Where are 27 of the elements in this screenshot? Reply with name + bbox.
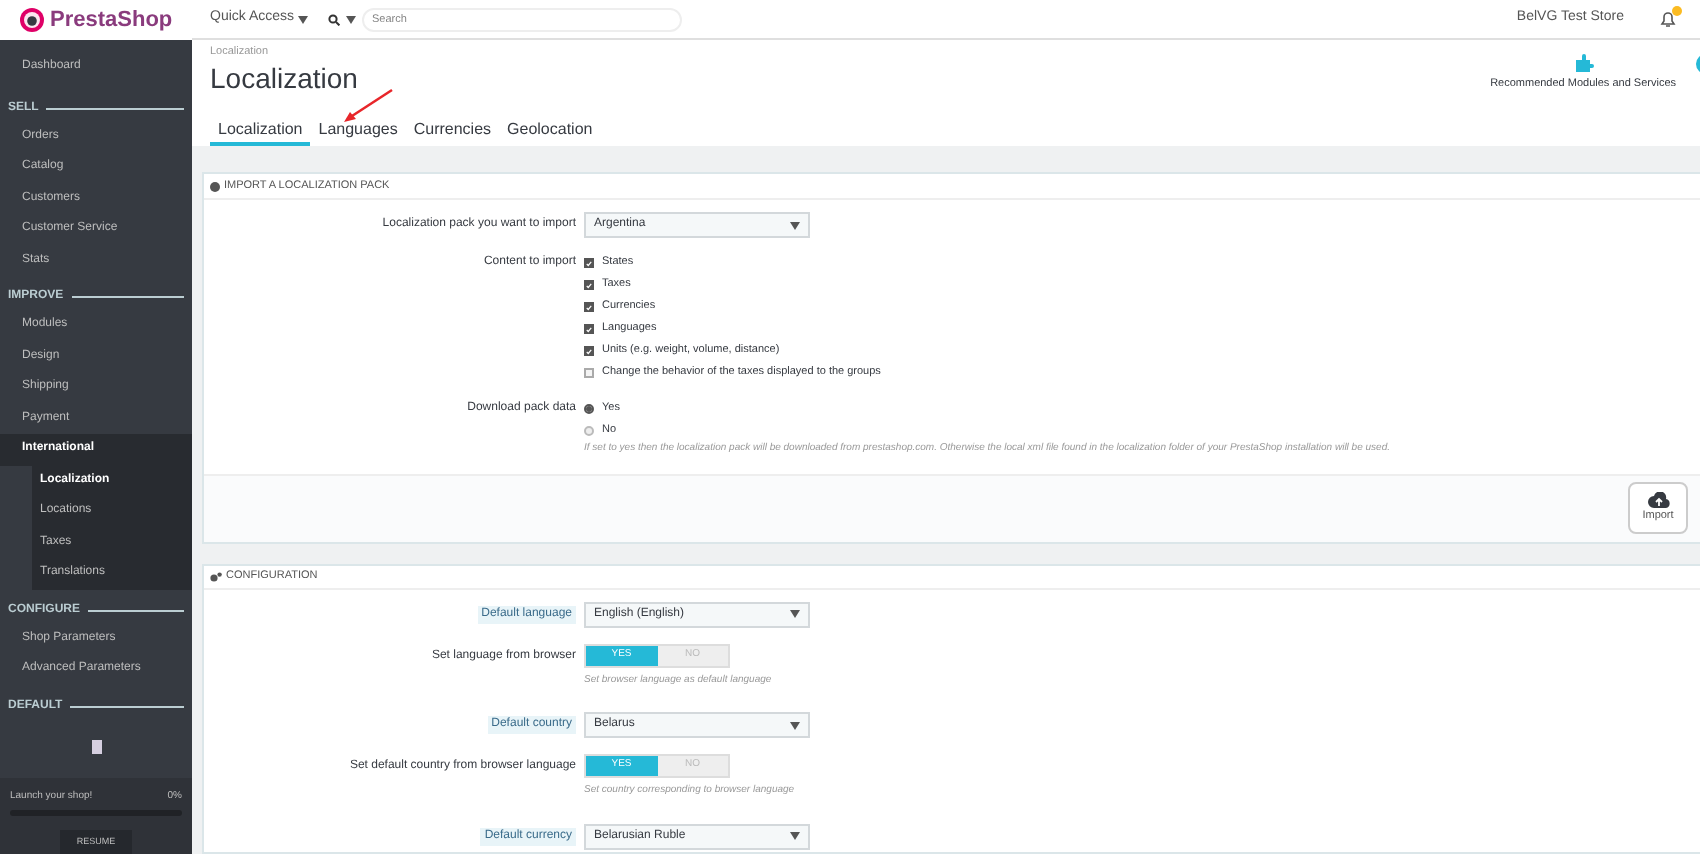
caret-icon bbox=[790, 610, 800, 618]
caret-icon bbox=[790, 832, 800, 840]
checkbox[interactable] bbox=[584, 258, 594, 268]
puzzle-icon bbox=[1573, 52, 1594, 72]
caret-icon bbox=[790, 221, 800, 229]
annotation-arrow bbox=[342, 88, 394, 124]
checkbox[interactable] bbox=[584, 368, 594, 378]
tab[interactable]: Localization bbox=[210, 116, 311, 146]
logo-text: PrestaShop bbox=[50, 5, 173, 36]
logo-icon bbox=[20, 8, 44, 32]
checkbox[interactable] bbox=[584, 346, 594, 356]
tab[interactable]: Geolocation bbox=[499, 116, 601, 146]
notification-bell-icon[interactable] bbox=[1660, 10, 1676, 28]
cloud-upload-icon bbox=[1647, 491, 1669, 508]
checkbox[interactable] bbox=[584, 280, 594, 290]
caret-icon bbox=[298, 15, 309, 23]
checkbox[interactable] bbox=[584, 302, 594, 312]
tab[interactable]: Currencies bbox=[405, 116, 500, 146]
notification-badge-icon bbox=[1672, 6, 1682, 16]
caret-icon bbox=[790, 721, 800, 729]
caret-icon bbox=[346, 15, 357, 23]
page-title: Localization bbox=[210, 60, 358, 97]
radio-button[interactable] bbox=[584, 404, 594, 414]
search-icon[interactable] bbox=[328, 13, 341, 25]
tab[interactable]: Languages bbox=[310, 116, 406, 146]
checkbox[interactable] bbox=[584, 324, 594, 334]
radio-button[interactable] bbox=[584, 426, 594, 436]
